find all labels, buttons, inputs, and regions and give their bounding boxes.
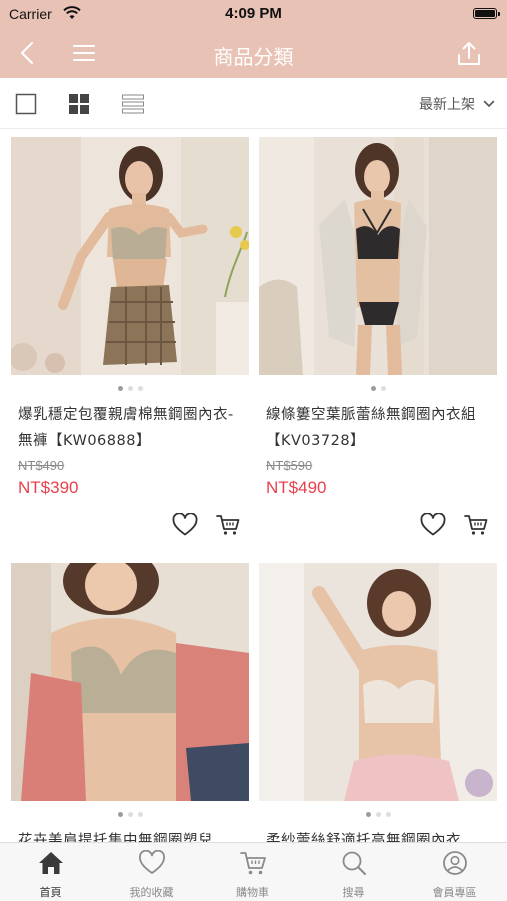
- sort-dropdown[interactable]: 最新上架: [419, 94, 495, 114]
- sort-label: 最新上架: [419, 97, 475, 113]
- single-view-icon[interactable]: [15, 93, 37, 119]
- view-toolbar: 最新上架: [0, 78, 507, 129]
- list-view-icon[interactable]: [121, 93, 145, 119]
- grid-view-icon[interactable]: [68, 93, 90, 119]
- cart-icon[interactable]: [464, 514, 488, 540]
- user-icon: [404, 850, 505, 876]
- cart-icon: [202, 850, 303, 876]
- image-pager-dots: [11, 812, 249, 817]
- sale-price: NT$390: [18, 478, 79, 497]
- heart-icon[interactable]: [420, 512, 446, 541]
- product-name[interactable]: 爆乳穩定包覆親膚棉無鋼圈內衣-無褲【KW06888】: [18, 402, 246, 454]
- image-pager-dots: [11, 386, 249, 391]
- tab-member[interactable]: 會員專區: [404, 843, 505, 901]
- tab-label: 購物車: [236, 886, 269, 899]
- home-icon: [0, 850, 101, 876]
- tab-search[interactable]: 搜尋: [303, 843, 404, 901]
- product-photo[interactable]: [11, 137, 249, 375]
- tab-cart[interactable]: 購物車: [202, 843, 303, 901]
- tab-bar: 首頁 我的收藏 購物車 搜尋 會員專區: [0, 842, 507, 901]
- tab-label: 會員專區: [432, 886, 477, 899]
- chevron-down-icon: [483, 96, 495, 112]
- product-name[interactable]: 柔紗蕾絲舒適托高無鋼圈內衣: [266, 828, 494, 842]
- product-card[interactable]: 花卉美肩提托集中無鋼圈塑兒: [11, 563, 249, 842]
- product-name[interactable]: 花卉美肩提托集中無鋼圈塑兒: [18, 828, 246, 842]
- nav-bar: 商品分類: [0, 30, 507, 78]
- product-card[interactable]: 柔紗蕾絲舒適托高無鋼圈內衣: [259, 563, 497, 842]
- tab-favorites[interactable]: 我的收藏: [101, 843, 202, 901]
- cart-icon[interactable]: [216, 514, 240, 540]
- page-title: 商品分類: [213, 45, 294, 69]
- tab-home[interactable]: 首頁: [0, 843, 101, 901]
- heart-icon[interactable]: [172, 512, 198, 541]
- product-name[interactable]: 線條簍空葉脈蕾絲無鋼圈內衣組【KV03728】: [266, 402, 494, 454]
- image-pager-dots: [259, 386, 497, 391]
- tab-label: 搜尋: [342, 886, 365, 899]
- tab-label: 我的收藏: [129, 886, 174, 899]
- original-price: NT$590: [266, 458, 313, 473]
- tab-label: 首頁: [39, 886, 62, 899]
- search-icon: [303, 850, 404, 876]
- product-photo[interactable]: [259, 137, 497, 375]
- product-card[interactable]: 線條簍空葉脈蕾絲無鋼圈內衣組【KV03728】 NT$590 NT$490: [259, 137, 497, 557]
- product-photo[interactable]: [11, 563, 249, 801]
- battery-icon: [473, 8, 500, 19]
- status-bar: Carrier 4:09 PM: [0, 0, 507, 30]
- heart-icon: [101, 850, 202, 876]
- clock: 4:09 PM: [225, 5, 282, 22]
- product-card[interactable]: 爆乳穩定包覆親膚棉無鋼圈內衣-無褲【KW06888】 NT$490 NT$390: [11, 137, 249, 557]
- product-photo[interactable]: [259, 563, 497, 801]
- share-icon[interactable]: [456, 40, 482, 72]
- product-grid: 爆乳穩定包覆親膚棉無鋼圈內衣-無褲【KW06888】 NT$490 NT$390: [0, 129, 507, 842]
- sale-price: NT$490: [266, 478, 327, 497]
- original-price: NT$490: [18, 458, 65, 473]
- image-pager-dots: [259, 812, 497, 817]
